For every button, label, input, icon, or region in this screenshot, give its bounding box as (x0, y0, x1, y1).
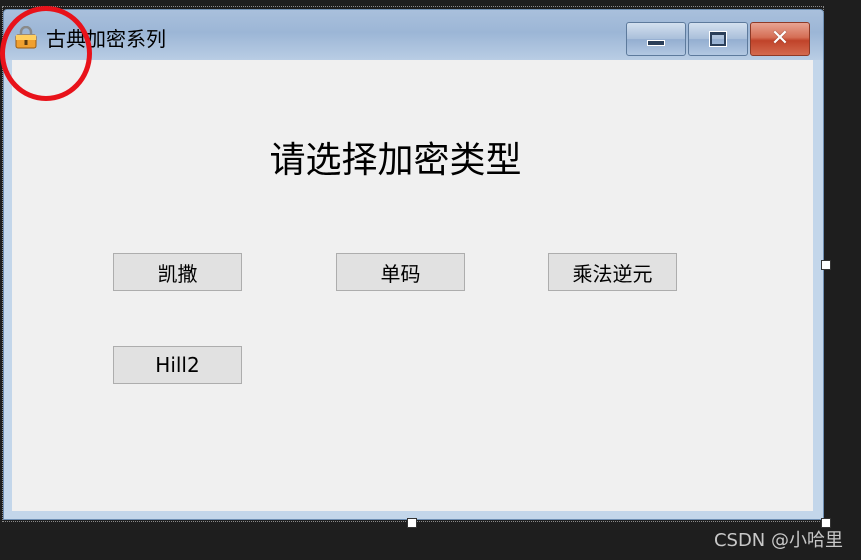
form-window: 古典加密系列 ✕ 请选择加密类型 凯撒 单码 乘法逆元 Hill2 (3, 9, 824, 520)
form-client-area: 请选择加密类型 凯撒 单码 乘法逆元 Hill2 (12, 60, 813, 511)
padlock-folder-icon (15, 26, 37, 49)
title-bar[interactable]: 古典加密系列 ✕ (4, 10, 823, 60)
hill2-button[interactable]: Hill2 (113, 346, 242, 384)
watermark: CSDN @小哈里 (713, 530, 843, 551)
minimize-icon (647, 40, 665, 46)
resize-handle-bottom[interactable] (407, 518, 417, 528)
close-icon: ✕ (770, 26, 790, 51)
caesar-button[interactable]: 凯撒 (113, 253, 242, 291)
page-title: 请选择加密类型 (269, 140, 522, 181)
multiplicative-inverse-button[interactable]: 乘法逆元 (548, 253, 677, 291)
close-button[interactable]: ✕ (750, 22, 810, 56)
minimize-button[interactable] (626, 22, 686, 56)
resize-handle-right[interactable] (821, 260, 831, 270)
monoalphabetic-button[interactable]: 单码 (336, 253, 465, 291)
maximize-icon (709, 31, 727, 47)
window-title: 古典加密系列 (46, 27, 166, 51)
maximize-button[interactable] (688, 22, 748, 56)
